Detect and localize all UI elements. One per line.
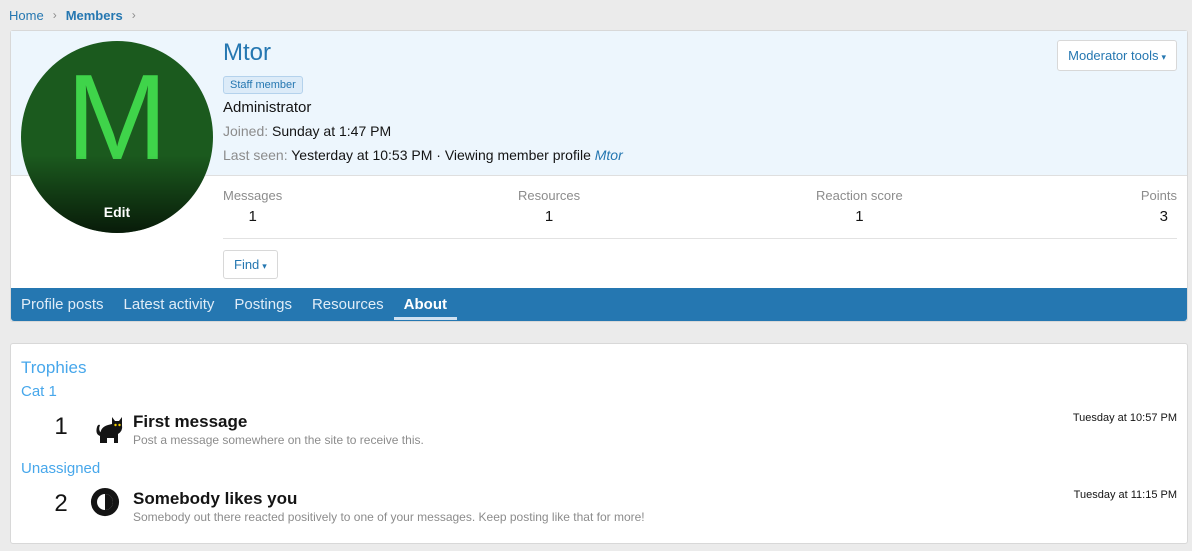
breadcrumb-separator: › <box>52 8 57 22</box>
trophy-date: Tuesday at 10:57 PM <box>1072 412 1177 424</box>
trophy-description: Somebody out there reacted positively to… <box>133 510 645 524</box>
divider <box>223 238 1177 239</box>
chevron-down-icon: ▾ <box>1161 52 1166 62</box>
last-seen-profile-link[interactable]: Mtor <box>595 147 623 163</box>
stat-resources: Resources 1 <box>518 188 580 225</box>
last-seen-label: Last seen: <box>223 147 288 163</box>
stat-value[interactable]: 3 <box>1141 208 1177 225</box>
trophy-description: Post a message somewhere on the site to … <box>133 433 424 447</box>
tab-about[interactable]: About <box>393 288 458 321</box>
stat-label: Points <box>1140 188 1177 203</box>
avatar[interactable]: M Edit <box>21 41 213 233</box>
moderator-tools-label: Moderator tools <box>1068 48 1159 63</box>
member-name[interactable]: Mtor <box>223 39 271 67</box>
profile-tabs: Profile posts Latest activity Postings R… <box>11 288 1187 321</box>
stat-label: Reaction score <box>816 188 903 203</box>
stat-messages: Messages 1 <box>223 188 282 225</box>
breadcrumb: Home › Members › <box>9 6 145 24</box>
half-circle-icon <box>90 487 120 517</box>
trophy-number: 1 <box>54 413 68 440</box>
joined-label: Joined: <box>223 123 269 139</box>
trophy-title: Somebody likes you <box>133 489 298 508</box>
tab-resources[interactable]: Resources <box>302 288 394 321</box>
last-seen-value: Yesterday at 10:53 PM · Viewing member p… <box>291 147 591 163</box>
find-button[interactable]: Find ▾ <box>223 250 278 279</box>
joined-line: Joined: Sunday at 1:47 PM <box>223 123 391 139</box>
member-title: Administrator <box>223 99 312 116</box>
avatar-edit-overlay <box>21 155 213 233</box>
moderator-tools-button[interactable]: Moderator tools ▾ <box>1057 40 1177 71</box>
stat-value[interactable]: 1 <box>816 208 903 225</box>
trophies-panel: Trophies Cat 1 1 First message Post a me… <box>10 343 1188 544</box>
last-seen-line: Last seen: Yesterday at 10:53 PM · Viewi… <box>223 147 623 163</box>
trophy-number: 2 <box>54 490 68 517</box>
tab-postings[interactable]: Postings <box>224 288 302 321</box>
stat-value[interactable]: 1 <box>223 208 282 225</box>
joined-value: Sunday at 1:47 PM <box>272 123 392 139</box>
stat-label: Resources <box>518 188 581 203</box>
stat-reaction-score: Reaction score 1 <box>816 188 903 225</box>
trophy-title: First message <box>133 412 248 431</box>
avatar-edit-button[interactable]: Edit <box>21 204 213 220</box>
trophies-heading: Trophies <box>21 358 87 377</box>
breadcrumb-home-link[interactable]: Home <box>9 8 44 23</box>
staff-badge: Staff member <box>223 76 303 94</box>
trophy-group-heading: Unassigned <box>21 460 101 477</box>
stat-value[interactable]: 1 <box>518 208 580 225</box>
breadcrumb-separator: › <box>131 8 136 22</box>
find-label: Find <box>234 257 260 272</box>
breadcrumb-members-link[interactable]: Members <box>66 8 123 23</box>
trophy-group-heading: Cat 1 <box>21 383 57 400</box>
trophy-date: Tuesday at 11:15 PM <box>1073 489 1177 501</box>
chevron-down-icon: ▾ <box>262 261 267 271</box>
cat-icon <box>96 417 123 443</box>
tab-profile-posts[interactable]: Profile posts <box>11 288 114 321</box>
tab-latest-activity[interactable]: Latest activity <box>114 288 225 321</box>
member-profile-header: M Edit Mtor Staff member Administrator J… <box>10 30 1188 322</box>
stat-points: Points 3 <box>1141 188 1177 225</box>
stat-label: Messages <box>223 188 283 203</box>
